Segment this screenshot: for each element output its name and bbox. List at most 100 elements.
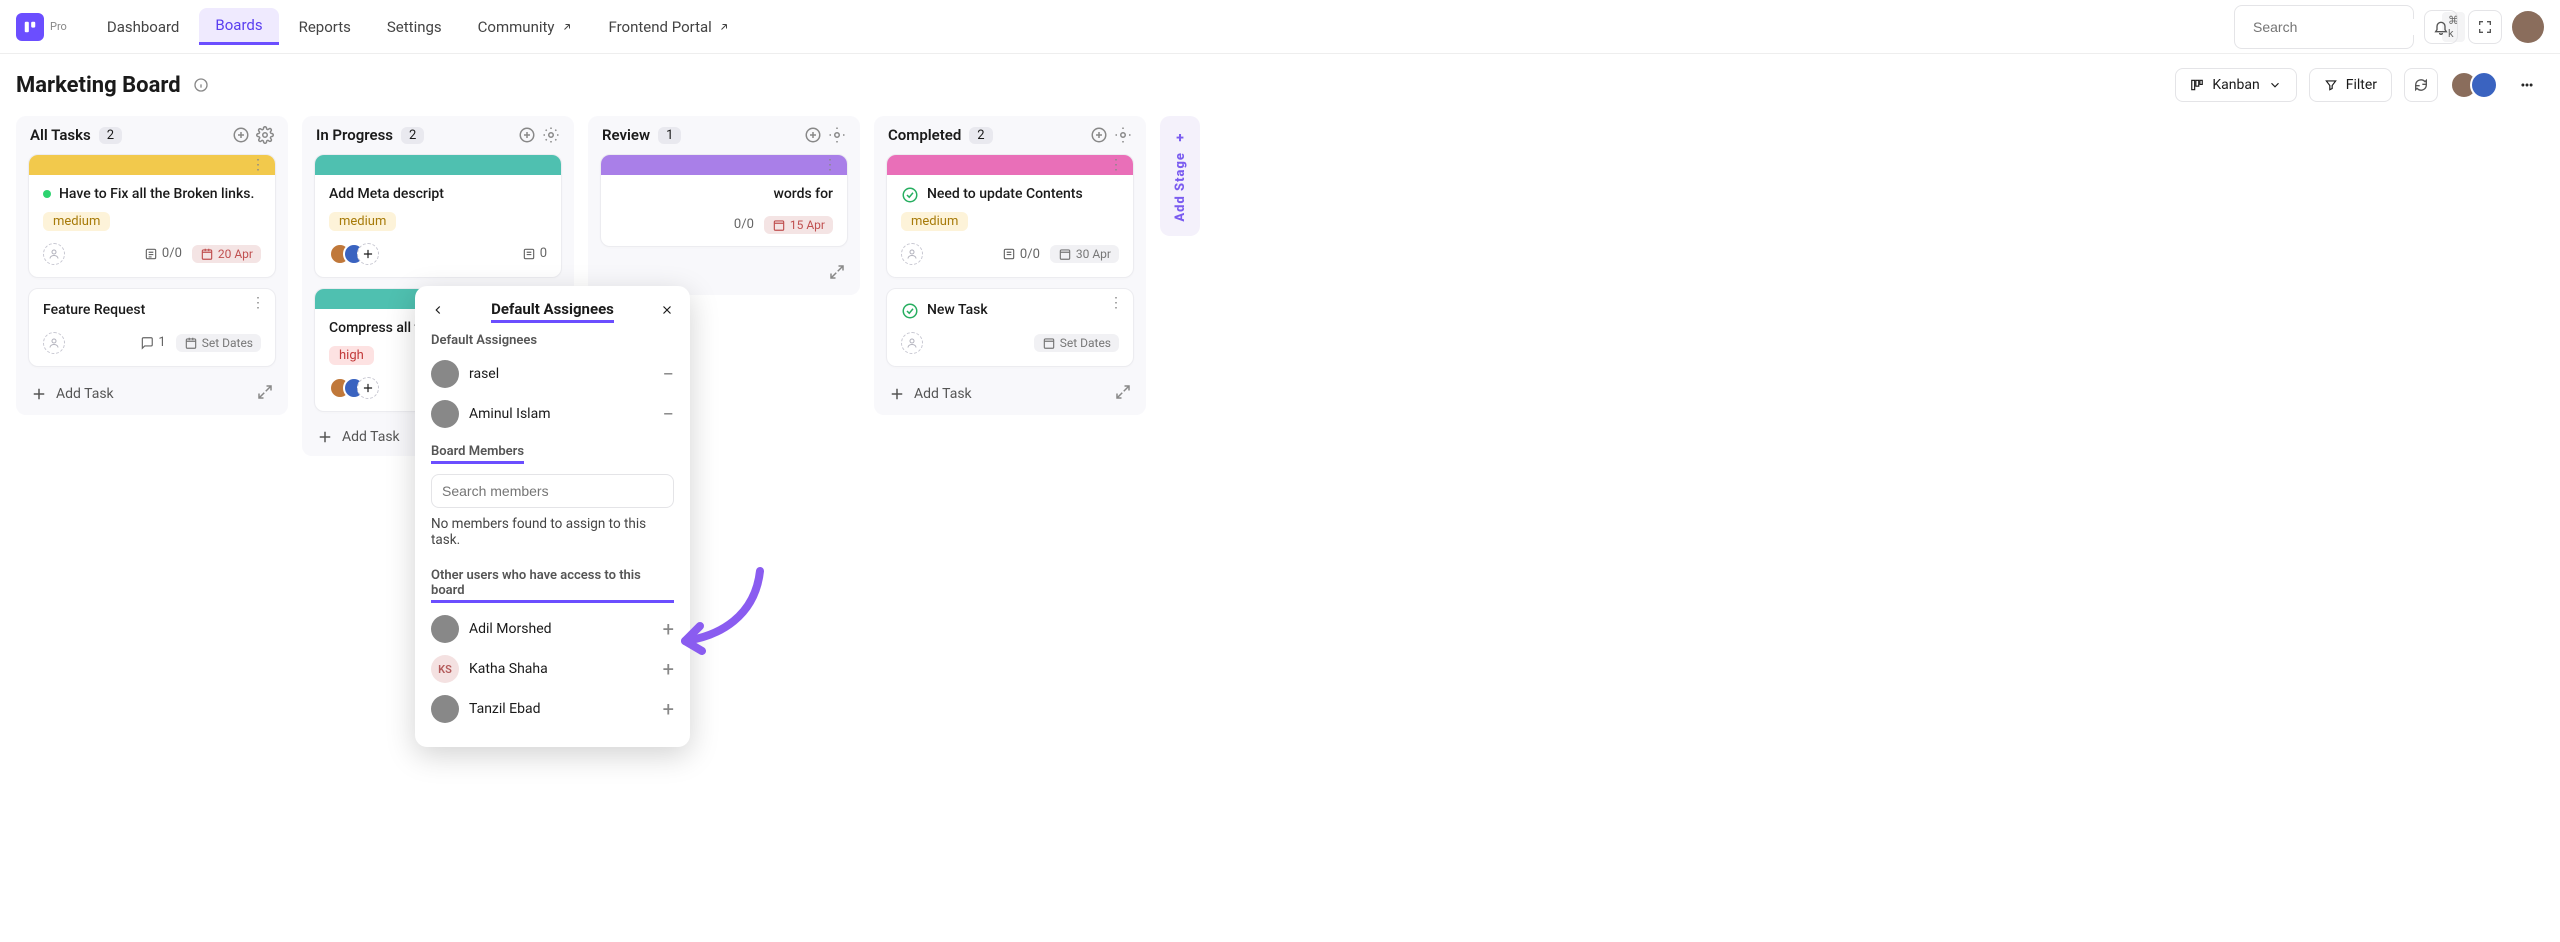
column-title: All Tasks [30,126,91,144]
popover-title: Default Assignees [491,300,614,323]
task-card[interactable]: ⋮ Feature Request 1 Set Dates [28,288,276,367]
nav-frontend-portal[interactable]: Frontend Portal [593,8,746,45]
info-icon[interactable] [193,77,209,93]
due-date-chip[interactable]: 15 Apr [764,216,833,234]
add-member-button[interactable]: + [663,619,674,639]
nav-frontend-portal-label: Frontend Portal [609,18,712,36]
assignee-add[interactable] [357,243,379,265]
assignee-slot[interactable] [901,332,923,354]
column-settings-icon[interactable] [1114,126,1132,144]
task-card[interactable]: ⋮ Need to update Contents medium 0/0 [886,154,1134,278]
expand-column-icon[interactable] [256,383,274,405]
remove-member-button[interactable]: − [663,404,674,424]
board-more-button[interactable] [2510,68,2544,102]
member-avatar [431,615,459,643]
filter-label: Filter [2346,77,2377,93]
filter-button[interactable]: Filter [2309,68,2392,102]
add-stage-button[interactable]: + Add Stage [1160,116,1200,236]
assignee-stack[interactable] [329,377,379,399]
due-date-chip[interactable]: 20 Apr [192,245,261,263]
chevron-left-icon [431,303,445,317]
search-input[interactable] [2253,19,2434,35]
nav-community[interactable]: Community [462,8,589,45]
refresh-button[interactable] [2404,68,2438,102]
expand-column-icon[interactable] [1114,383,1132,405]
assignee-add[interactable] [357,377,379,399]
add-card-icon[interactable] [804,126,822,144]
plus-icon: + [1176,130,1184,146]
add-member-button[interactable]: + [663,659,674,679]
member-search-input[interactable] [431,474,674,508]
nav-boards[interactable]: Boards [199,8,278,45]
subtask-ratio: 0/0 [144,246,182,261]
chevron-down-icon [2268,78,2282,92]
refresh-icon [2413,77,2429,93]
column-completed: Completed 2 ⋮ Need to update Contents me… [874,116,1146,415]
add-task-button[interactable]: Add Task [16,373,288,415]
task-card[interactable]: ⋮ words for 0/0 15 Apr [600,154,848,247]
column-settings-icon[interactable] [542,126,560,144]
add-task-label: Add Task [914,386,972,402]
view-switcher[interactable]: Kanban [2175,68,2296,102]
board-members-stack[interactable] [2450,71,2498,99]
assignee-slot[interactable] [43,332,65,354]
add-card-icon[interactable] [232,126,250,144]
nav-dashboard[interactable]: Dashboard [91,8,196,45]
nav-reports[interactable]: Reports [283,8,367,45]
user-avatar[interactable] [2512,11,2544,43]
assignee-slot[interactable] [43,243,65,265]
add-card-icon[interactable] [518,126,536,144]
task-card[interactable]: ⋮ New Task Set Dates [886,288,1134,367]
due-date-chip[interactable]: Set Dates [176,334,261,352]
priority-badge: medium [43,212,110,231]
card-more-icon[interactable]: ⋮ [251,295,265,311]
popover-back-button[interactable] [431,303,445,321]
member-avatar [431,360,459,388]
member-name: rasel [469,366,499,382]
popover-close-button[interactable] [660,303,674,321]
section-default-assignees: Default Assignees [431,333,674,348]
member-avatar [2470,71,2498,99]
column-count: 2 [969,127,992,144]
section-other-users: Other users who have access to this boar… [431,568,674,603]
assignee-slot[interactable] [901,243,923,265]
task-card[interactable]: ⋮ Have to Fix all the Broken links. medi… [28,154,276,278]
list-icon [522,247,536,261]
view-label: Kanban [2212,77,2259,93]
column-all-tasks: All Tasks 2 ⋮ Have to Fix all the Broken… [16,116,288,415]
no-members-message: No members found to assign to this task. [431,516,674,548]
column-settings-icon[interactable] [828,126,846,144]
remove-member-button[interactable]: − [663,364,674,384]
fullscreen-button[interactable] [2468,10,2502,44]
add-task-button[interactable]: Add Task [874,373,1146,415]
notifications-button[interactable] [2424,10,2458,44]
external-link-icon [718,21,730,33]
more-icon [2520,78,2534,92]
task-card[interactable]: Add Meta descript medium 0 [314,154,562,278]
card-more-icon[interactable]: ⋮ [1109,157,1123,173]
add-card-icon[interactable] [1090,126,1108,144]
column-settings-icon[interactable] [256,126,274,144]
nav-dashboard-label: Dashboard [107,18,180,36]
expand-column-icon[interactable] [828,263,846,285]
list-icon [144,247,158,261]
card-more-icon[interactable]: ⋮ [823,157,837,173]
add-member-button[interactable]: + [663,699,674,719]
card-more-icon[interactable]: ⋮ [251,157,265,173]
nav-settings[interactable]: Settings [371,8,458,45]
other-user-row: Adil Morshed + [431,609,674,649]
calendar-icon [772,218,786,232]
member-name: Aminul Islam [469,406,550,422]
check-circle-icon [901,302,919,320]
member-name: Tanzil Ebad [469,701,540,717]
card-more-icon[interactable]: ⋮ [1109,295,1123,311]
nav-community-label: Community [478,18,555,36]
due-date-chip[interactable]: Set Dates [1034,334,1119,352]
due-date-chip[interactable]: 30 Apr [1050,245,1119,263]
list-icon [1002,247,1016,261]
global-search[interactable]: ⌘ k [2234,5,2414,49]
nav-reports-label: Reports [299,18,351,36]
assignee-stack[interactable] [329,243,379,265]
app-logo[interactable] [16,13,44,41]
check-circle-icon [901,186,919,204]
